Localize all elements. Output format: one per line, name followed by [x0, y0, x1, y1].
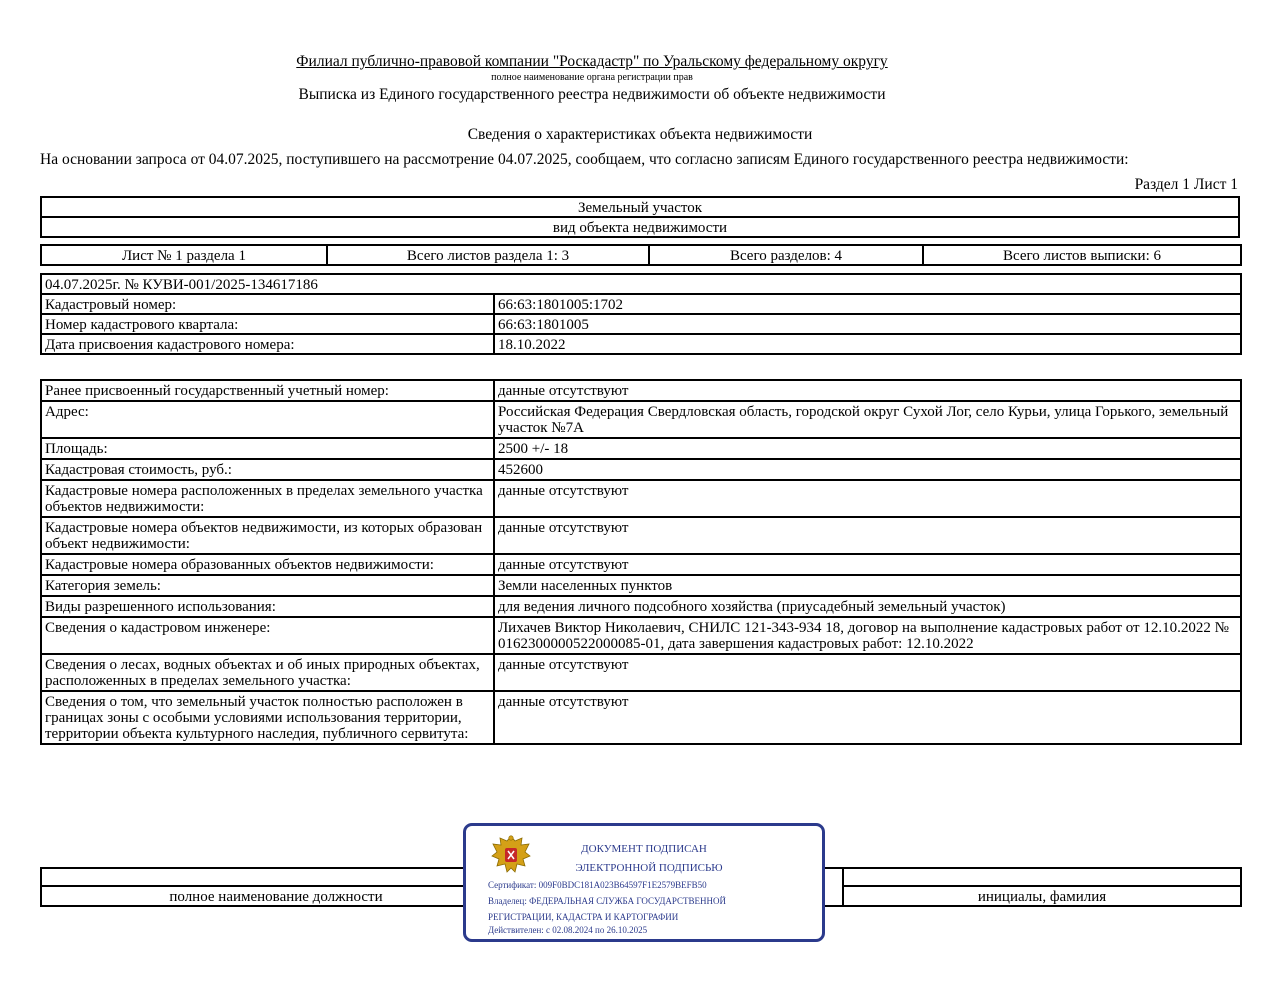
table-row: Ранее присвоенный государственный учетны… [40, 379, 1242, 402]
detail-label: Сведения о том, что земельный участок по… [40, 690, 495, 745]
detail-label: Кадастровая стоимость, руб.: [40, 458, 495, 481]
position-field [40, 867, 512, 887]
table-row: Кадастровая стоимость, руб.: 452600 [40, 458, 1242, 481]
detail-value: данные отсутствуют [493, 653, 1242, 692]
table-row: Сведения о том, что земельный участок по… [40, 690, 1242, 745]
stamp-title: ДОКУМЕНТ ПОДПИСАН [581, 843, 707, 855]
object-kind-table: Земельный участок вид объекта недвижимос… [40, 196, 1240, 238]
detail-value: данные отсутствуют [493, 690, 1242, 745]
document-title: Выписка из Единого государственного реес… [298, 86, 886, 103]
sheet-number: Лист № 1 раздела 1 [40, 244, 328, 266]
detail-label: Площадь: [40, 437, 495, 460]
detail-value: для ведения личного подсобного хозяйства… [493, 595, 1242, 618]
cadastral-number-label: Кадастровый номер: [40, 293, 495, 315]
stamp-validity: Действителен: с 02.08.2024 по 26.10.2025 [488, 925, 648, 935]
detail-label: Сведения о лесах, водных объектах и об и… [40, 653, 495, 692]
name-field [842, 867, 1242, 887]
assignment-date-label: Дата присвоения кадастрового номера: [40, 333, 495, 355]
detail-label: Виды разрешенного использования: [40, 595, 495, 618]
assignment-date-value: 18.10.2022 [493, 333, 1242, 355]
total-sections: Всего разделов: 4 [648, 244, 924, 266]
detail-label: Адрес: [40, 400, 495, 439]
basis-text: На основании запроса от 04.07.2025, пост… [40, 151, 1129, 168]
detail-label: Ранее присвоенный государственный учетны… [40, 379, 495, 402]
identification-table: 04.07.2025г. № КУВИ-001/2025-134617186 К… [40, 273, 1242, 355]
details-table: Ранее присвоенный государственный учетны… [40, 379, 1242, 745]
cadastral-quarter-label: Номер кадастрового квартала: [40, 313, 495, 335]
total-sheets-section: Всего листов раздела 1: 3 [326, 244, 650, 266]
table-row: Кадастровые номера объектов недвижимости… [40, 516, 1242, 555]
cadastral-quarter-value: 66:63:1801005 [493, 313, 1242, 335]
detail-label: Кадастровые номера образованных объектов… [40, 553, 495, 576]
total-sheets-extract: Всего листов выписки: 6 [922, 244, 1242, 266]
table-row: Виды разрешенного использования: для веде… [40, 595, 1242, 618]
section-title: Сведения о характеристиках объекта недви… [467, 126, 813, 143]
organization-name: Филиал публично-правовой компании "Роска… [296, 53, 888, 70]
stamp-subtitle: ЭЛЕКТРОННОЙ ПОДПИСЬЮ [575, 862, 723, 874]
table-row: Кадастровые номера образованных объектов… [40, 553, 1242, 576]
sheets-info-table: Лист № 1 раздела 1 Всего листов раздела … [40, 244, 1242, 266]
detail-label: Кадастровые номера расположенных в преде… [40, 479, 495, 518]
table-row: Кадастровые номера расположенных в преде… [40, 479, 1242, 518]
detail-label: Кадастровые номера объектов недвижимости… [40, 516, 495, 555]
detail-value: данные отсутствуют [493, 516, 1242, 555]
sheet-reference: Раздел 1 Лист 1 [1134, 176, 1238, 193]
stamp-owner: Владелец: ФЕДЕРАЛЬНАЯ СЛУЖБА ГОСУДАРСТВЕ… [488, 896, 727, 906]
organization-note: полное наименование органа регистрации п… [491, 72, 693, 83]
detail-value: данные отсутствуют [493, 553, 1242, 576]
position-caption: полное наименование должности [40, 885, 512, 907]
table-row: Категория земель: Земли населенных пункто… [40, 574, 1242, 597]
table-row: Адрес: Российская Федерация Свердловская … [40, 400, 1242, 439]
cadastral-number-value: 66:63:1801005:1702 [493, 293, 1242, 315]
object-kind-caption: вид объекта недвижимости [40, 216, 1240, 238]
detail-value: Земли населенных пунктов [493, 574, 1242, 597]
detail-label: Категория земель: [40, 574, 495, 597]
table-row: Сведения о лесах, водных объектах и об и… [40, 653, 1242, 692]
detail-value: Российская Федерация Свердловская област… [493, 400, 1242, 439]
stamp-certificate: Сертификат: 009F0BDC181A023B64597F1E2579… [488, 880, 707, 890]
table-row: Площадь: 2500 +/- 18 [40, 437, 1242, 460]
detail-value: 452600 [493, 458, 1242, 481]
electronic-signature-stamp: ДОКУМЕНТ ПОДПИСАН ЭЛЕКТРОННОЙ ПОДПИСЬЮ С… [463, 823, 825, 942]
detail-value: Лихачев Виктор Николаевич, СНИЛС 121-343… [493, 616, 1242, 655]
detail-value: 2500 +/- 18 [493, 437, 1242, 460]
stamp-owner-continued: РЕГИСТРАЦИИ, КАДАСТРА И КАРТОГРАФИИ [488, 912, 679, 922]
object-kind: Земельный участок [40, 196, 1240, 218]
detail-value: данные отсутствуют [493, 479, 1242, 518]
name-caption: инициалы, фамилия [842, 885, 1242, 907]
table-row: Сведения о кадастровом инженере: Лихачев … [40, 616, 1242, 655]
record-number: 04.07.2025г. № КУВИ-001/2025-134617186 [40, 273, 1242, 295]
detail-value: данные отсутствуют [493, 379, 1242, 402]
detail-label: Сведения о кадастровом инженере: [40, 616, 495, 655]
